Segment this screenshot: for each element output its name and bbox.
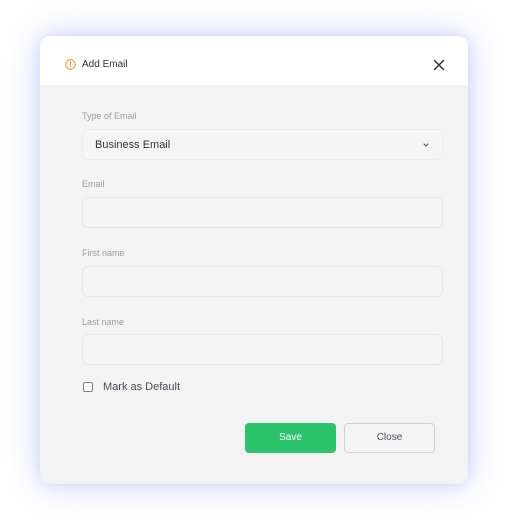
last-name-input[interactable] (83, 335, 442, 364)
email-type-value: Business Email (95, 139, 171, 151)
first-name-input[interactable] (83, 267, 442, 296)
close-icon[interactable] (432, 58, 446, 72)
first-name-field[interactable] (82, 266, 443, 297)
page-background: Add Email Type of Email Business Email E… (0, 0, 508, 528)
email-field[interactable] (82, 197, 443, 228)
dialog-header: Add Email (40, 36, 468, 85)
email-label: Email (82, 179, 105, 189)
email-type-select[interactable]: Business Email (82, 129, 443, 160)
last-name-field[interactable] (82, 334, 443, 365)
dialog-title: Add Email (82, 59, 128, 70)
mark-default-checkbox[interactable] (83, 382, 93, 392)
chevron-down-icon (423, 143, 429, 147)
warning-circle-icon (65, 59, 76, 70)
email-type-label: Type of Email (82, 111, 137, 121)
email-input[interactable] (83, 198, 442, 227)
save-button[interactable]: Save (245, 423, 336, 453)
mark-default-label[interactable]: Mark as Default (103, 381, 180, 394)
first-name-label: First name (82, 248, 125, 258)
close-button[interactable]: Close (344, 423, 435, 453)
add-email-dialog: Add Email Type of Email Business Email E… (40, 36, 468, 484)
last-name-label: Last name (82, 317, 125, 327)
